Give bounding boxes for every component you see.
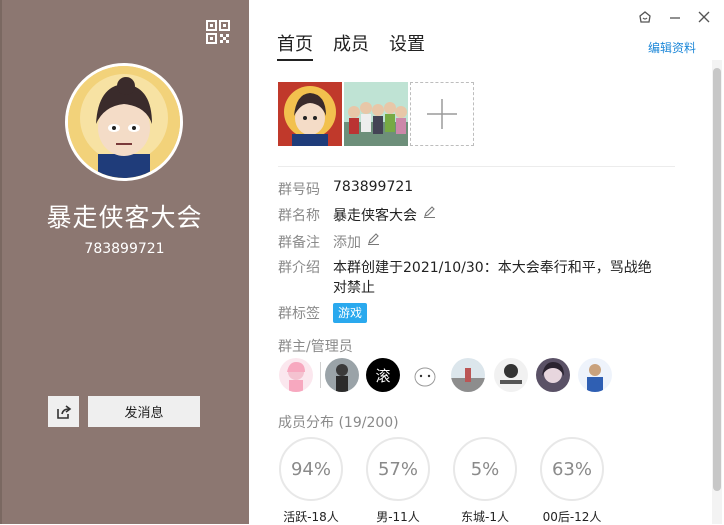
avatar[interactable] <box>494 358 528 392</box>
group-photo[interactable] <box>278 82 342 146</box>
share-button[interactable] <box>48 396 79 427</box>
plus-icon <box>427 99 457 129</box>
avatar[interactable] <box>279 358 313 392</box>
send-message-button[interactable]: 发消息 <box>88 396 200 427</box>
add-photo-button[interactable] <box>410 82 474 146</box>
left-panel: 暴走侠客大会 783899721 发消息 <box>0 0 249 524</box>
avatar[interactable] <box>536 358 570 392</box>
info-label: 群号码 <box>278 182 320 198</box>
info-group-number: 群号码 783899721 <box>278 179 413 199</box>
member-distribution-title: 成员分布 (19/200) <box>278 415 399 431</box>
stat-circle[interactable]: 5% <box>453 437 517 501</box>
close-icon[interactable] <box>697 10 711 24</box>
group-name-value: 暴走侠客大会 <box>333 208 417 224</box>
info-label: 群名称 <box>278 208 320 224</box>
intro-line: 本群创建于2021/10/30：本大会奉行和平，骂战绝 <box>333 260 652 276</box>
group-id-text: 783899721 <box>84 241 165 257</box>
intro-line: 对禁止 <box>333 280 375 296</box>
divider <box>278 166 675 167</box>
skin-icon[interactable] <box>638 10 652 24</box>
edit-profile-link[interactable]: 编辑资料 <box>648 39 696 56</box>
stat-label: 00后-12人 <box>542 510 602 524</box>
tab-home[interactable]: 首页 <box>277 30 313 61</box>
admins-title: 群主/管理员 <box>278 339 353 355</box>
avatar[interactable] <box>325 358 359 392</box>
info-label: 群标签 <box>278 306 320 322</box>
avatar[interactable] <box>451 358 485 392</box>
add-remark-link[interactable]: 添加 <box>333 232 361 252</box>
info-group-name: 群名称 暴走侠客大会 <box>278 205 436 225</box>
group-photo[interactable] <box>344 82 408 146</box>
info-group-intro: 群介绍 本群创建于2021/10/30：本大会奉行和平，骂战绝 对禁止 <box>278 258 673 298</box>
stat-label: 活跃-18人 <box>283 510 339 524</box>
stat-circle[interactable]: 94% <box>279 437 343 501</box>
tab-bar: 首页 成员 设置 <box>277 30 445 61</box>
stat-circle[interactable]: 57% <box>366 437 430 501</box>
scrollbar-thumb[interactable] <box>713 68 721 491</box>
admin-separator <box>320 362 321 388</box>
avatar[interactable] <box>578 358 612 392</box>
group-number-value: 783899721 <box>333 179 414 195</box>
qr-code-icon[interactable] <box>206 20 230 44</box>
minimize-icon[interactable] <box>668 10 682 24</box>
tag-badge[interactable]: 游戏 <box>333 303 368 323</box>
info-label: 群备注 <box>278 235 320 251</box>
tab-settings[interactable]: 设置 <box>389 30 425 60</box>
avatar[interactable] <box>408 358 442 392</box>
stat-label: 男-11人 <box>376 510 420 524</box>
group-name-title: 暴走侠客大会 <box>46 203 203 232</box>
stat-circle[interactable]: 63% <box>540 437 604 501</box>
left-edge <box>0 0 2 524</box>
stat-label: 东城-1人 <box>461 510 509 524</box>
edit-pencil-icon[interactable] <box>423 205 436 218</box>
group-avatar[interactable] <box>65 63 183 181</box>
avatar[interactable]: 滚 <box>366 358 400 392</box>
tab-members[interactable]: 成员 <box>333 30 369 60</box>
info-label: 群介绍 <box>278 260 320 276</box>
edit-pencil-icon[interactable] <box>367 232 380 245</box>
info-group-remark: 群备注 添加 <box>278 232 380 252</box>
info-group-tag: 群标签 游戏 <box>278 303 368 323</box>
share-icon <box>56 404 71 419</box>
